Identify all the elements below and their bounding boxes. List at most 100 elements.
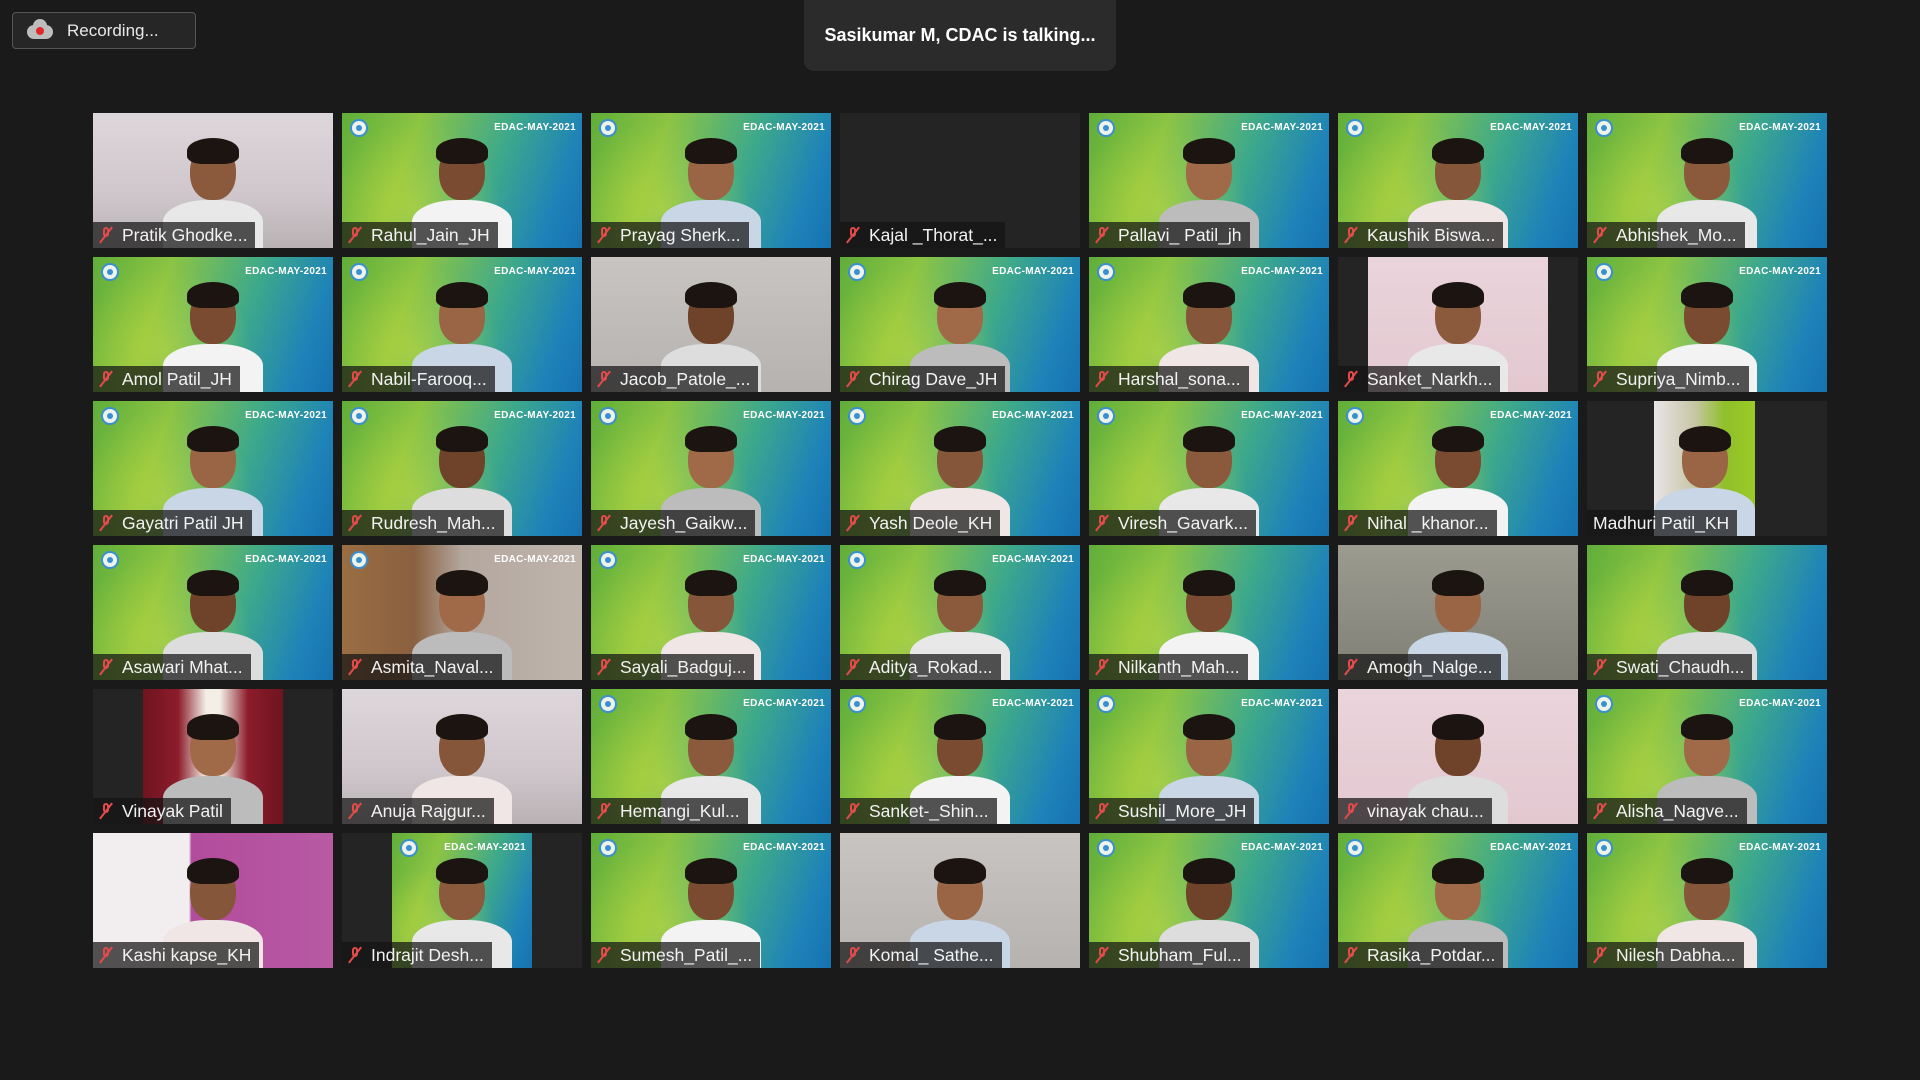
participant-tile[interactable]: EDAC-MAY-2021 Sumesh_Patil_... [591,833,831,968]
cdac-logo-icon [1595,839,1613,857]
participant-tile[interactable]: EDAC-MAY-2021 Harshal_sona... [1089,257,1329,392]
participant-name-bar: Sanket_Narkh... [1338,366,1501,392]
mic-muted-icon [348,802,362,820]
participant-tile[interactable]: EDAC-MAY-2021 Rasika_Potdar... [1338,833,1578,968]
participant-name: Kajal _Thorat_... [869,224,998,245]
participant-name-bar: Nihal _khanor... [1338,510,1497,536]
mic-muted-icon [348,658,362,676]
participant-tile[interactable]: EDAC-MAY-2021 Chirag Dave_JH [840,257,1080,392]
participant-tile[interactable]: Pratik Ghodke... [93,113,333,248]
participant-tile[interactable]: EDAC-MAY-2021 Aditya_Rokad... [840,545,1080,680]
mic-muted-icon [99,946,113,964]
participant-name-bar: Komal_ Sathe... [840,942,1002,968]
participant-tile[interactable]: EDAC-MAY-2021 Sanket-_Shin... [840,689,1080,824]
participant-tile[interactable]: EDAC-MAY-2021 Kaushik Biswa... [1338,113,1578,248]
mic-muted-icon [348,226,362,244]
participant-name-bar: Swati_Chaudh... [1587,654,1753,680]
cdac-logo-icon [1097,695,1115,713]
participant-name-bar: Asawari Mhat... [93,654,251,680]
mic-muted-icon [846,370,860,388]
participant-tile[interactable]: Anuja Rajgur... [342,689,582,824]
participant-name-bar: vinayak chau... [1338,798,1492,824]
participant-name: Sanket-_Shin... [869,800,989,821]
participant-name-bar: Abhishek_Mo... [1587,222,1745,248]
participant-tile[interactable]: EDAC-MAY-2021 Amol Patil_JH [93,257,333,392]
participant-tile[interactable]: EDAC-MAY-2021 Hemangi_Kul... [591,689,831,824]
participant-tile[interactable]: Amogh_Nalge... [1338,545,1578,680]
mic-muted-icon [846,658,860,676]
participant-tile[interactable]: EDAC-MAY-2021 Gayatri Patil JH [93,401,333,536]
active-speaker-banner: Sasikumar M, CDAC is talking... [804,0,1116,71]
participant-tile[interactable]: EDAC-MAY-2021 Viresh_Gavark... [1089,401,1329,536]
participant-tile[interactable]: Komal_ Sathe... [840,833,1080,968]
participant-tile[interactable]: EDAC-MAY-2021 Asmita_Naval... [342,545,582,680]
participant-tile[interactable]: Vinayak Patil [93,689,333,824]
participant-name: Alisha_Nagve... [1616,800,1739,821]
participant-name: Sayali_Badguj... [620,656,747,677]
participant-tile[interactable]: EDAC-MAY-2021 Abhishek_Mo... [1587,113,1827,248]
participant-name: Madhuri Patil_KH [1593,512,1730,533]
participant-name-bar: Hemangi_Kul... [591,798,748,824]
participant-name: Indrajit Desh... [371,944,484,965]
participant-tile[interactable]: EDAC-MAY-2021 Rahul_Jain_JH [342,113,582,248]
participant-tile[interactable]: EDAC-MAY-2021 Prayag Sherk... [591,113,831,248]
participant-name-bar: Indrajit Desh... [342,942,492,968]
participant-name-bar: Supriya_Nimb... [1587,366,1749,392]
participant-name: Nilesh Dabha... [1616,944,1736,965]
participant-tile[interactable]: EDAC-MAY-2021 Rudresh_Mah... [342,401,582,536]
mic-muted-icon [597,514,611,532]
participant-name-bar: Jacob_Patole_... [591,366,759,392]
participant-name: Asmita_Naval... [371,656,494,677]
mic-muted-icon [1593,802,1607,820]
participant-gallery: Pratik Ghodke... EDAC-MAY-2021 Rahul_Jain_… [93,113,1828,969]
cdac-logo-icon [1346,407,1364,425]
recording-indicator[interactable]: Recording... [12,12,196,49]
participant-tile[interactable]: EDAC-MAY-2021 Jayesh_Gaikw... [591,401,831,536]
participant-name: Vinayak Patil [122,800,223,821]
participant-tile[interactable]: EDAC-MAY-2021 Sushil_More_JH [1089,689,1329,824]
participant-tile[interactable]: Kajal _Thorat_... [840,113,1080,248]
cdac-logo-icon [1595,263,1613,281]
participant-tile[interactable]: Sanket_Narkh... [1338,257,1578,392]
participant-tile[interactable]: EDAC-MAY-2021 Alisha_Nagve... [1587,689,1827,824]
mic-muted-icon [846,226,860,244]
participant-name-bar: Viresh_Gavark... [1089,510,1257,536]
participant-tile[interactable]: Nilkanth_Mah... [1089,545,1329,680]
participant-tile[interactable]: vinayak chau... [1338,689,1578,824]
participant-tile[interactable]: EDAC-MAY-2021 Asawari Mhat... [93,545,333,680]
cdac-logo-icon [350,119,368,137]
participant-tile[interactable]: EDAC-MAY-2021 Supriya_Nimb... [1587,257,1827,392]
participant-name-bar: Pallavi_ Patil_jh [1089,222,1250,248]
participant-name-bar: Gayatri Patil JH [93,510,252,536]
mic-muted-icon [1095,802,1109,820]
cdac-logo-icon [599,839,617,857]
mic-muted-icon [1095,658,1109,676]
mic-muted-icon [1344,658,1358,676]
participant-name: Chirag Dave_JH [869,368,998,389]
participant-tile[interactable]: Madhuri Patil_KH [1587,401,1827,536]
participant-tile[interactable]: Swati_Chaudh... [1587,545,1827,680]
participant-tile[interactable]: EDAC-MAY-2021 Nihal _khanor... [1338,401,1578,536]
participant-name: Jayesh_Gaikw... [620,512,748,533]
participant-name: Hemangi_Kul... [620,800,740,821]
participant-name-bar: Prayag Sherk... [591,222,749,248]
mic-muted-icon [1095,370,1109,388]
participant-name-bar: Madhuri Patil_KH [1587,510,1738,536]
participant-tile[interactable]: EDAC-MAY-2021 Shubham_Ful... [1089,833,1329,968]
participant-tile[interactable]: EDAC-MAY-2021 Yash Deole_KH [840,401,1080,536]
participant-name: Sanket_Narkh... [1367,368,1493,389]
participant-tile[interactable]: EDAC-MAY-2021 Nilesh Dabha... [1587,833,1827,968]
participant-tile[interactable]: EDAC-MAY-2021 Nabil-Farooq... [342,257,582,392]
mic-muted-icon [1095,946,1109,964]
participant-tile[interactable]: Kashi kapse_KH [93,833,333,968]
mic-muted-icon [348,370,362,388]
cdac-logo-icon [1595,119,1613,137]
participant-name-bar: Harshal_sona... [1089,366,1249,392]
participant-tile[interactable]: Jacob_Patole_... [591,257,831,392]
participant-name-bar: Kashi kapse_KH [93,942,260,968]
participant-tile[interactable]: EDAC-MAY-2021 Sayali_Badguj... [591,545,831,680]
participant-tile[interactable]: EDAC-MAY-2021 Indrajit Desh... [342,833,582,968]
participant-tile[interactable]: EDAC-MAY-2021 Pallavi_ Patil_jh [1089,113,1329,248]
participant-name-bar: Amol Patil_JH [93,366,240,392]
participant-name: Amol Patil_JH [122,368,232,389]
